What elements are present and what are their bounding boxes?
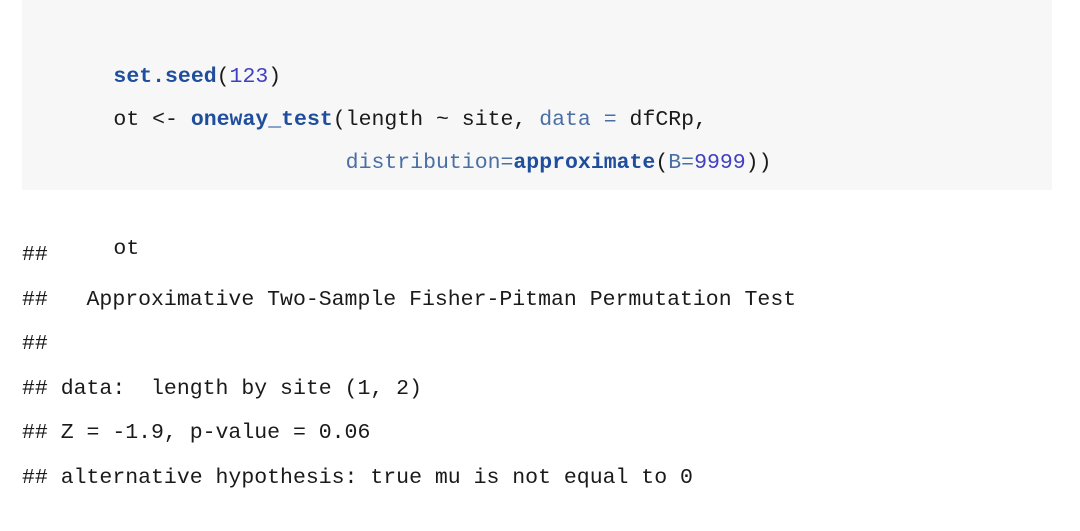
code-token-operator: = [603, 108, 617, 132]
code-token-argument: distribution [345, 151, 501, 175]
code-token-argument: B [668, 151, 682, 175]
output-line-blank-mid: ## [22, 332, 61, 356]
output-line-statistic: ## Z = -1.9, p-value = 0.06 [22, 421, 371, 445]
code-token-operator: = [681, 151, 695, 175]
code-token-formula: (length ~ site, [332, 108, 540, 132]
code-token-punctuation: ( [216, 65, 230, 89]
code-token-punctuation: ( [655, 151, 669, 175]
r-code-block: set.seed(123) ot <- oneway_test(length ~… [22, 0, 1052, 261]
output-line-blank-top: ## [22, 243, 61, 267]
console-output-block: ## ## Approximative Two-Sample Fisher-Pi… [22, 233, 1062, 500]
code-token-number: 123 [229, 65, 269, 89]
code-token-number: 9999 [694, 151, 746, 175]
code-line-1: set.seed(123) [36, 13, 1052, 89]
code-token-punctuation: ) [268, 65, 282, 89]
output-line-alternative: ## alternative hypothesis: true mu is no… [22, 465, 693, 490]
code-token-value: dfCRp, [616, 108, 707, 132]
code-token-indent [113, 151, 345, 175]
output-line-data: ## data: length by site (1, 2) [22, 376, 422, 401]
code-token-function: approximate [513, 151, 656, 175]
code-token-operator: = [500, 151, 514, 175]
code-token-function: oneway_test [190, 108, 333, 132]
code-line-5: ot [36, 185, 1052, 261]
code-token-assignment: ot <- [113, 108, 191, 132]
code-token-punctuation: )) [745, 151, 772, 175]
code-token-argument: data [539, 108, 591, 132]
code-token-function: set.seed [113, 65, 217, 89]
knitted-rmarkdown-page: set.seed(123) ot <- oneway_test(length ~… [0, 0, 1080, 531]
output-line-test-title: ## Approximative Two-Sample Fisher-Pitma… [22, 287, 797, 312]
